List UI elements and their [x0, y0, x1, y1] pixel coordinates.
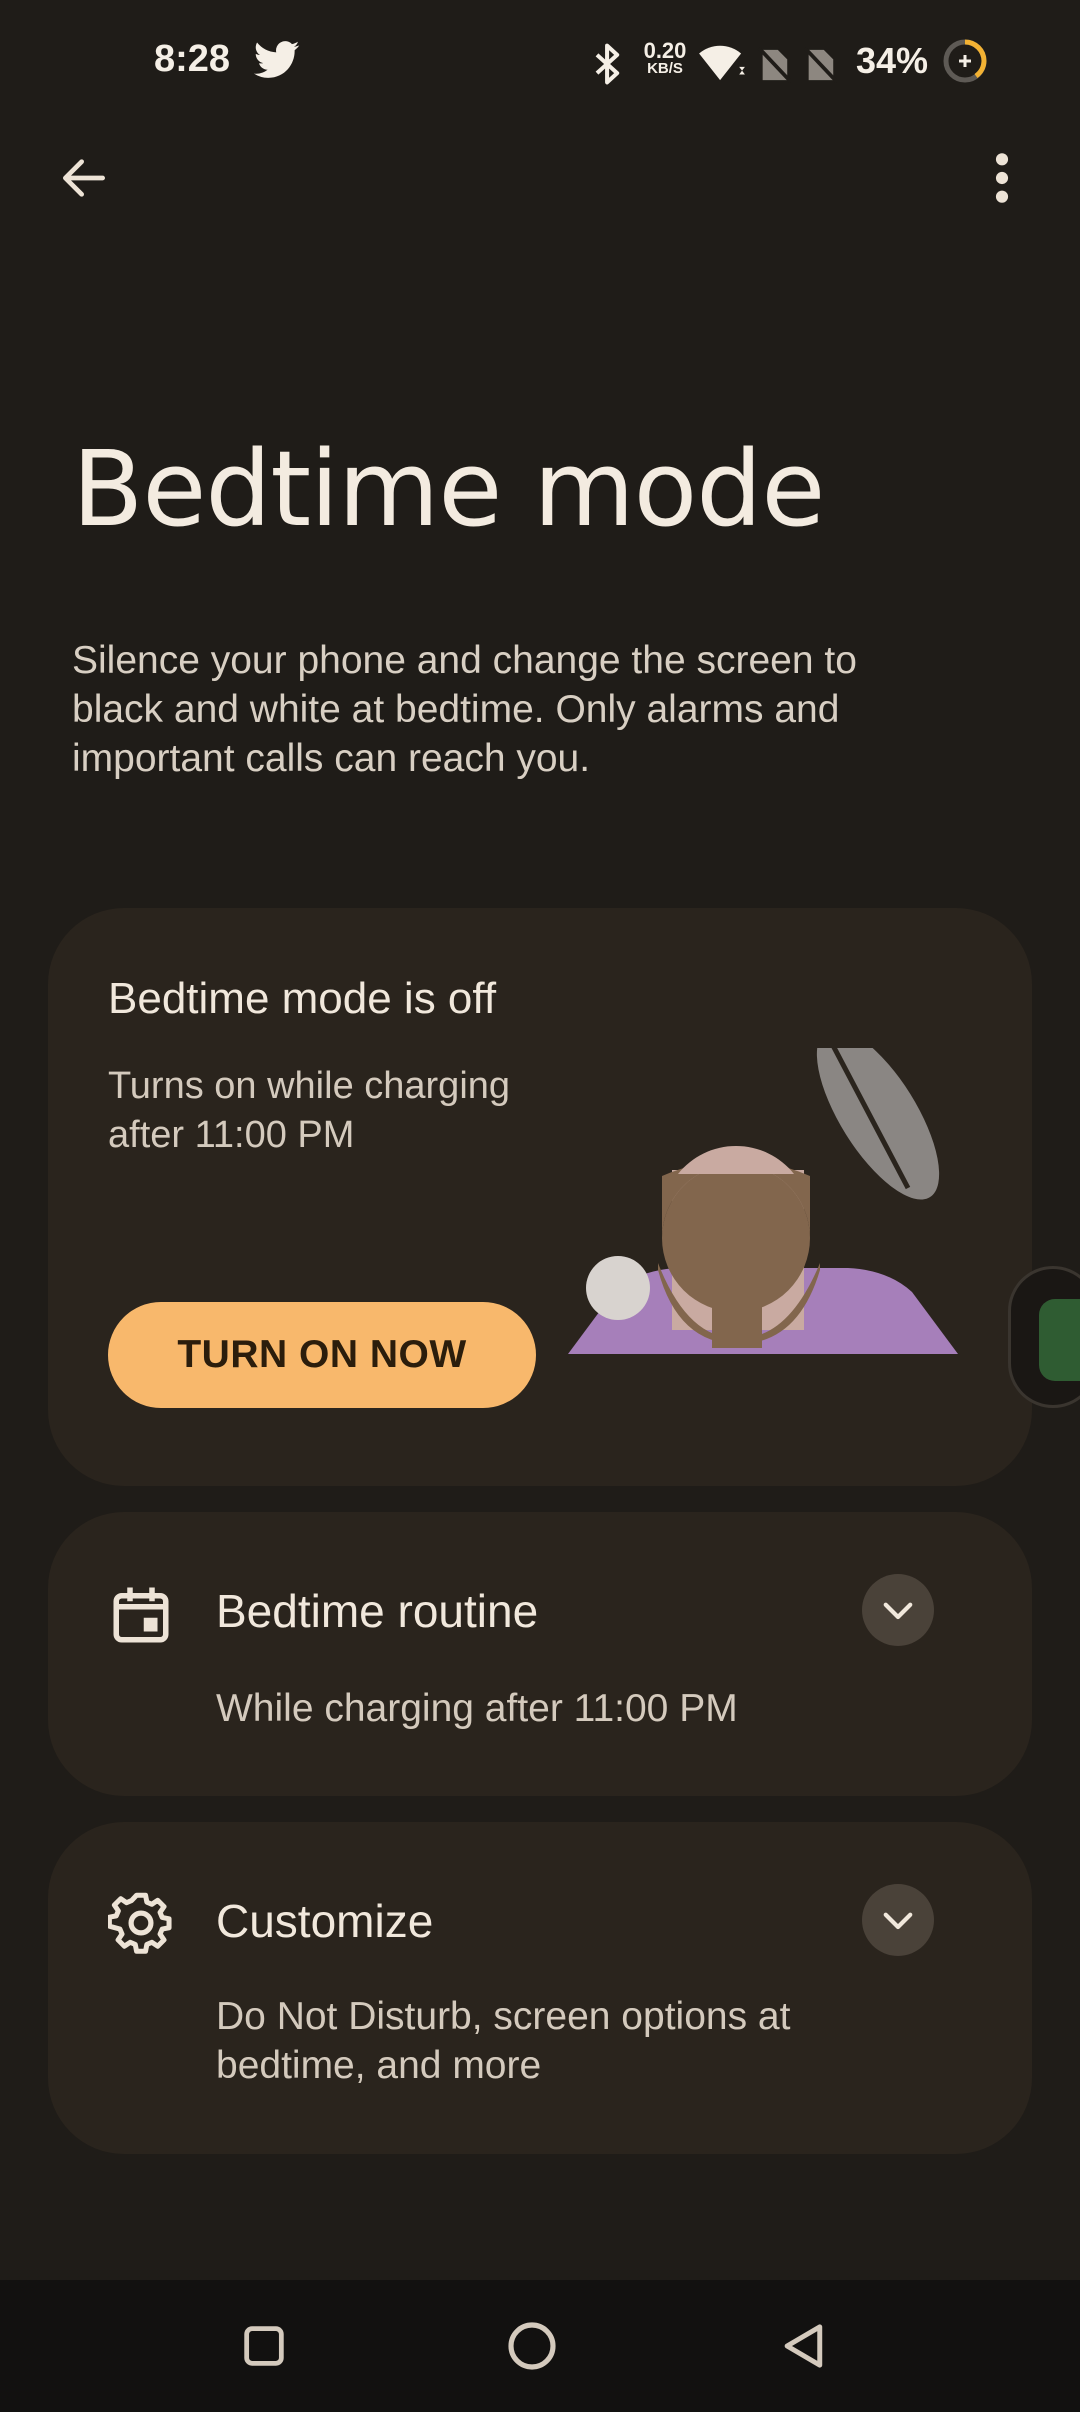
recents-button[interactable] — [228, 2310, 300, 2382]
arrow-back-icon — [62, 159, 105, 197]
bedtime-status-card: Bedtime mode is off Turns on while charg… — [48, 908, 1032, 1486]
network-speed: 0.20 KB/S — [643, 38, 687, 78]
bedtime-status-title: Bedtime mode is off — [108, 974, 497, 1023]
battery-percent: 34% — [856, 40, 929, 81]
triangle-back-icon — [784, 2324, 823, 2368]
bedtime-routine-expand-button[interactable] — [862, 1574, 934, 1646]
back-button[interactable] — [48, 142, 120, 214]
battery-charging-icon — [943, 39, 987, 83]
chat-head-icon — [1039, 1299, 1080, 1381]
bluetooth-icon — [595, 43, 620, 85]
status-bar: 8:28 0.20 KB/S 34% — [0, 0, 1080, 128]
circle-home-icon — [508, 2322, 556, 2370]
customize-card[interactable]: Customize Do Not Disturb, screen options… — [48, 1822, 1032, 2154]
system-navigation-bar — [0, 2280, 1080, 2412]
no-sim-icon — [803, 46, 837, 84]
home-button[interactable] — [496, 2310, 568, 2382]
more-options-button[interactable] — [966, 142, 1038, 214]
turn-on-now-button[interactable]: TURN ON NOW — [108, 1302, 536, 1408]
floating-chat-bubble[interactable] — [1008, 1266, 1080, 1408]
bedtime-status-subtitle: Turns on while charging after 11:00 PM — [108, 1065, 511, 1156]
bedtime-routine-title: Bedtime routine — [216, 1585, 539, 1637]
bedtime-routine-card[interactable]: Bedtime routine While charging after 11:… — [48, 1512, 1032, 1796]
sleeping-person-illustration — [568, 1048, 958, 1354]
gear-icon — [108, 1892, 172, 1954]
twitter-icon — [254, 41, 300, 78]
customize-expand-button[interactable] — [862, 1884, 934, 1956]
chevron-down-icon — [883, 1912, 913, 1930]
wifi-icon — [699, 45, 745, 81]
customize-title: Customize — [216, 1895, 434, 1947]
chevron-down-icon — [883, 1602, 913, 1620]
calendar-icon — [113, 1587, 169, 1643]
status-time: 8:28 — [154, 38, 231, 80]
page-title: Bedtime mode — [72, 428, 825, 550]
no-sim-icon — [757, 46, 791, 84]
bedtime-routine-subtitle: While charging after 11:00 PM — [216, 1687, 738, 1730]
page-description: Silence your phone and change the screen… — [72, 639, 857, 780]
square-recents-icon — [244, 2326, 284, 2366]
system-back-button[interactable] — [768, 2310, 840, 2382]
more-vert-icon — [995, 153, 1009, 203]
customize-subtitle: Do Not Disturb, screen options at bedtim… — [216, 1995, 791, 2087]
